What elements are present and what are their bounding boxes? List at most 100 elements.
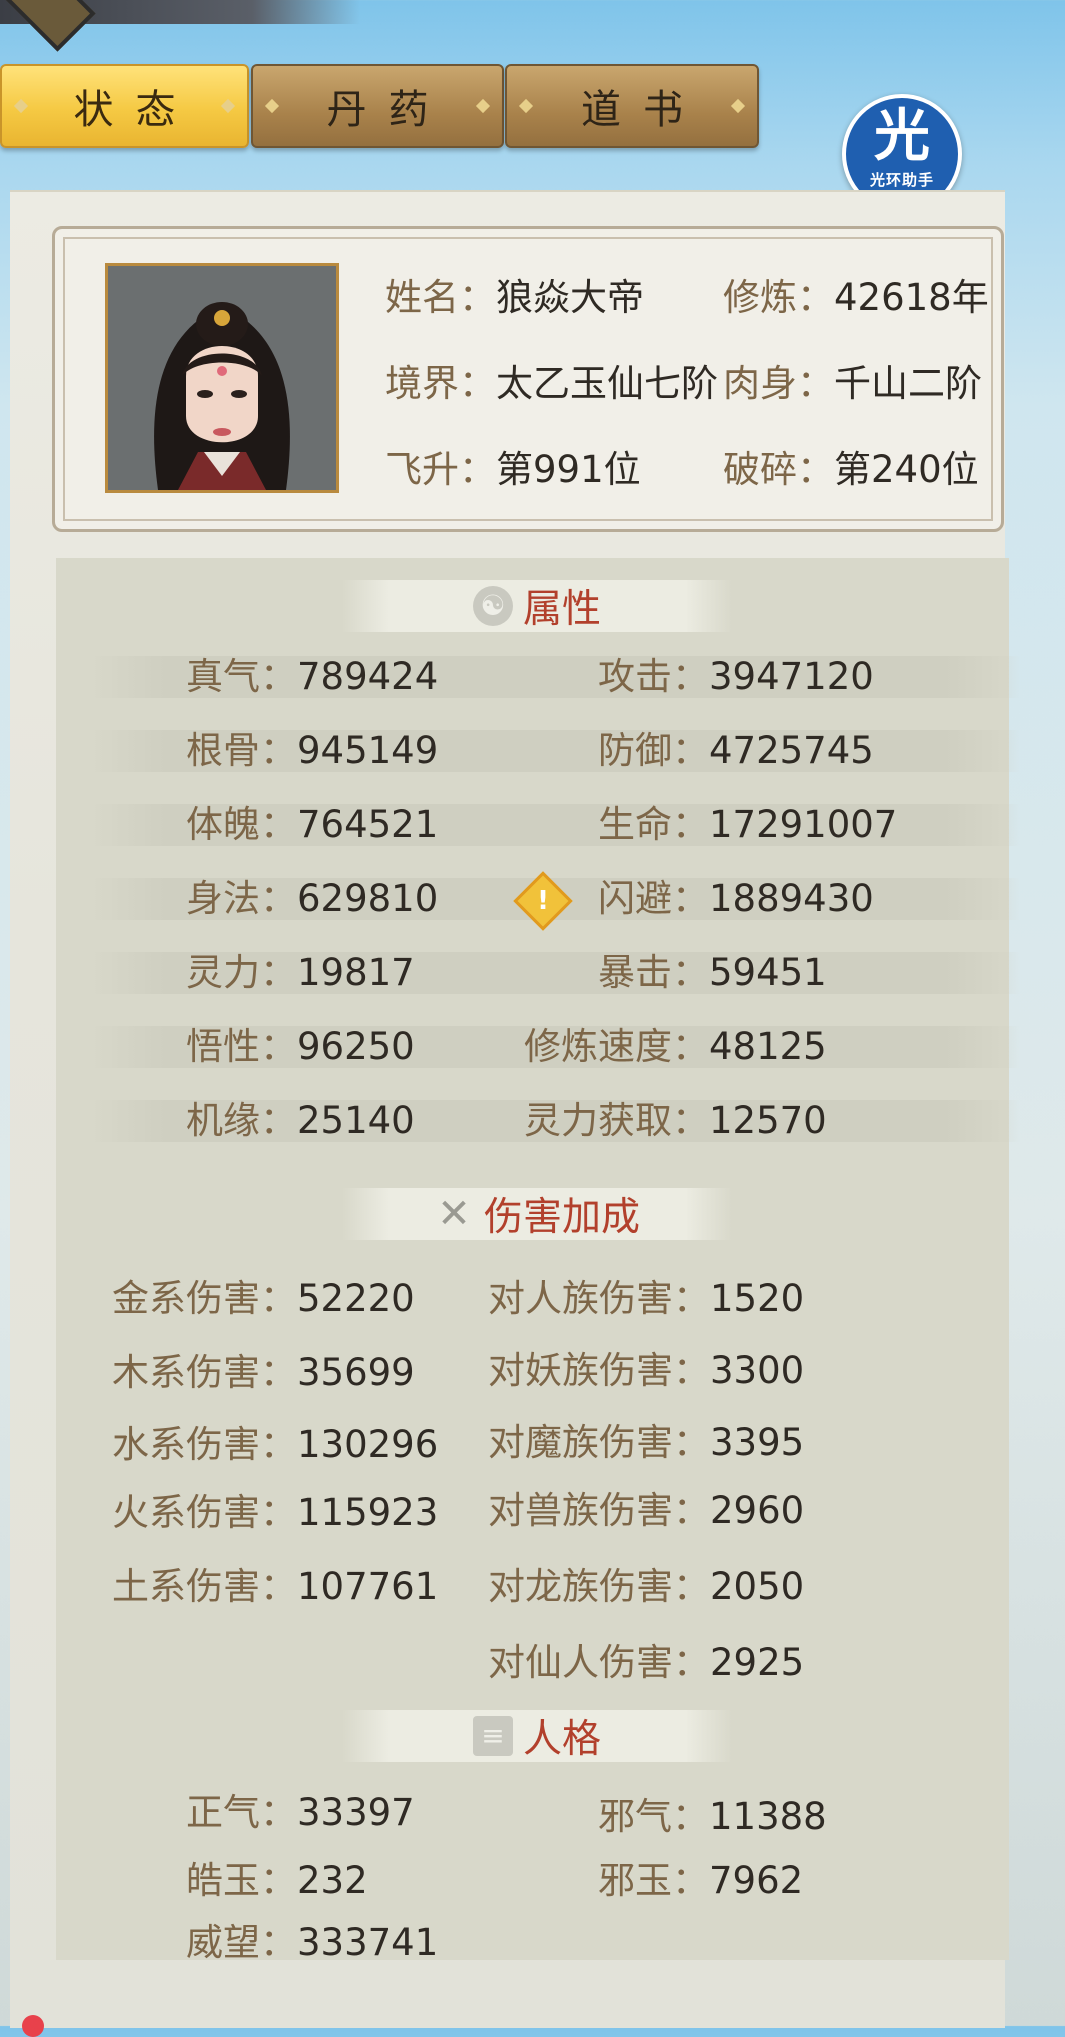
crossed-swords-icon: ✕ bbox=[437, 1191, 471, 1237]
stat-label: 灵力获取： bbox=[524, 1099, 709, 1142]
character-avatar[interactable] bbox=[105, 263, 339, 493]
stat-label: 皓玉： bbox=[186, 1859, 297, 1902]
stat-value: 1889430 bbox=[709, 877, 874, 920]
stat-comprehension: 悟性：96250 bbox=[186, 1026, 415, 1068]
tab-ornament-icon bbox=[13, 98, 29, 114]
damage-metal: 金系伤害：52220 bbox=[112, 1278, 415, 1320]
stat-defense: 防御：4725745 bbox=[598, 730, 874, 772]
stat-value: 2050 bbox=[710, 1565, 805, 1608]
stat-label: 闪避： bbox=[598, 877, 709, 920]
tab-books[interactable]: 道书 bbox=[505, 64, 759, 148]
stat-cultivate-speed: 修炼速度：48125 bbox=[524, 1026, 827, 1068]
damage-fire: 火系伤害：115923 bbox=[112, 1492, 438, 1534]
attributes-header: ☯ 属性 bbox=[342, 580, 732, 632]
profile-realm: 境界：太乙玉仙七阶 bbox=[385, 353, 718, 407]
damage-earth: 土系伤害：107761 bbox=[112, 1566, 438, 1608]
scroll-icon: ≡ bbox=[472, 1716, 513, 1756]
stat-value: 1520 bbox=[710, 1277, 805, 1320]
cultivate-value: 42618年 bbox=[834, 276, 989, 319]
stat-value: 107761 bbox=[297, 1565, 439, 1608]
body-label: 肉身： bbox=[723, 362, 834, 405]
stat-label: 攻击： bbox=[598, 655, 709, 698]
stat-label: 土系伤害： bbox=[112, 1565, 297, 1608]
stat-label: 对妖族伤害： bbox=[488, 1349, 710, 1392]
watermark-text: 光环助手 bbox=[869, 171, 934, 189]
stat-label: 金系伤害： bbox=[112, 1277, 297, 1320]
stat-value: 629810 bbox=[297, 877, 439, 920]
status-panel: 姓名：狼焱大帝 修炼：42618年 境界：太乙玉仙七阶 肉身：千山二阶 飞升：第… bbox=[10, 190, 1020, 2028]
damage-vs-devil: 对魔族伤害：3395 bbox=[488, 1422, 804, 1464]
stat-value: 7962 bbox=[709, 1859, 804, 1902]
stat-label: 威望： bbox=[186, 1921, 297, 1964]
top-status-strip bbox=[0, 0, 360, 52]
damage-water: 水系伤害：130296 bbox=[112, 1424, 438, 1466]
stat-value: 764521 bbox=[297, 803, 439, 846]
stat-bright-jade: 皓玉：232 bbox=[186, 1860, 368, 1902]
name-label: 姓名： bbox=[385, 276, 496, 319]
shatter-value: 第240位 bbox=[834, 448, 979, 491]
realm-value: 太乙玉仙七阶 bbox=[496, 362, 718, 405]
watermark-glyph: 光 bbox=[874, 104, 930, 169]
damage-vs-immortal: 对仙人伤害：2925 bbox=[488, 1642, 804, 1684]
stat-value: 115923 bbox=[297, 1491, 439, 1534]
stat-value: 59451 bbox=[709, 951, 827, 994]
damage-vs-dragon: 对龙族伤害：2050 bbox=[488, 1566, 804, 1608]
stat-label: 对仙人伤害： bbox=[488, 1641, 710, 1684]
attributes-title: 属性 bbox=[522, 587, 601, 632]
personality-header: ≡ 人格 bbox=[342, 1710, 732, 1762]
ascend-label: 飞升： bbox=[385, 448, 496, 491]
stats-section: ☯ 属性 真气：789424 攻击：3947120 根骨：945149 防御：4… bbox=[56, 558, 1020, 1964]
stat-label: 邪玉： bbox=[598, 1859, 709, 1902]
stat-value: 4725745 bbox=[709, 729, 874, 772]
stat-label: 悟性： bbox=[186, 1025, 297, 1068]
stat-label: 真气： bbox=[186, 655, 297, 698]
stat-value: 33397 bbox=[297, 1791, 415, 1834]
stat-value: 2960 bbox=[710, 1489, 805, 1532]
tab-label: 道书 bbox=[581, 87, 705, 133]
stat-value: 2925 bbox=[710, 1641, 805, 1684]
stat-label: 水系伤害： bbox=[112, 1423, 297, 1466]
stat-root-bone: 根骨：945149 bbox=[186, 730, 438, 772]
stat-physique: 体魄：764521 bbox=[186, 804, 438, 846]
stat-value: 3300 bbox=[710, 1349, 805, 1392]
shatter-label: 破碎： bbox=[723, 448, 834, 491]
damage-header: ✕ 伤害加成 bbox=[342, 1188, 732, 1240]
stat-label: 对兽族伤害： bbox=[488, 1489, 710, 1532]
stat-prestige: 威望：333741 bbox=[186, 1922, 438, 1964]
stat-label: 体魄： bbox=[186, 803, 297, 846]
stat-label: 正气： bbox=[186, 1791, 297, 1834]
stat-value: 789424 bbox=[297, 655, 439, 698]
stat-righteous: 正气：33397 bbox=[186, 1792, 415, 1834]
stat-value: 3947120 bbox=[709, 655, 874, 698]
stat-value: 232 bbox=[297, 1859, 368, 1902]
tab-ornament-icon bbox=[475, 98, 491, 114]
damage-title: 伤害加成 bbox=[483, 1195, 640, 1240]
stat-life: 生命：17291007 bbox=[598, 804, 897, 846]
tab-status[interactable]: 状态 bbox=[0, 64, 249, 148]
tab-ornament-icon bbox=[518, 98, 534, 114]
stat-label: 对龙族伤害： bbox=[488, 1565, 710, 1608]
stat-label: 木系伤害： bbox=[112, 1351, 297, 1394]
stat-value: 52220 bbox=[297, 1277, 415, 1320]
stat-label: 身法： bbox=[186, 877, 297, 920]
tab-ornament-icon bbox=[730, 98, 746, 114]
damage-vs-demon: 对妖族伤害：3300 bbox=[488, 1350, 804, 1392]
stat-fortune: 机缘：25140 bbox=[186, 1100, 415, 1142]
tab-pills[interactable]: 丹药 bbox=[251, 64, 504, 148]
stat-label: 对人族伤害： bbox=[488, 1277, 710, 1320]
damage-vs-beast: 对兽族伤害：2960 bbox=[488, 1490, 804, 1532]
stat-true-qi: 真气：789424 bbox=[186, 656, 438, 698]
stat-value: 130296 bbox=[297, 1423, 439, 1466]
stat-label: 机缘： bbox=[186, 1099, 297, 1142]
stat-value: 945149 bbox=[297, 729, 439, 772]
damage-wood: 木系伤害：35699 bbox=[112, 1352, 415, 1394]
stat-label: 对魔族伤害： bbox=[488, 1421, 710, 1464]
stat-attack: 攻击：3947120 bbox=[598, 656, 874, 698]
tab-label: 丹药 bbox=[326, 87, 451, 133]
body-value: 千山二阶 bbox=[834, 362, 982, 405]
stat-evil: 邪气：11388 bbox=[598, 1796, 827, 1838]
stat-label: 灵力： bbox=[186, 951, 297, 994]
profile-body: 肉身：千山二阶 bbox=[723, 353, 982, 407]
stat-label: 根骨： bbox=[186, 729, 297, 772]
profile-ascend: 飞升：第991位 bbox=[385, 439, 641, 493]
